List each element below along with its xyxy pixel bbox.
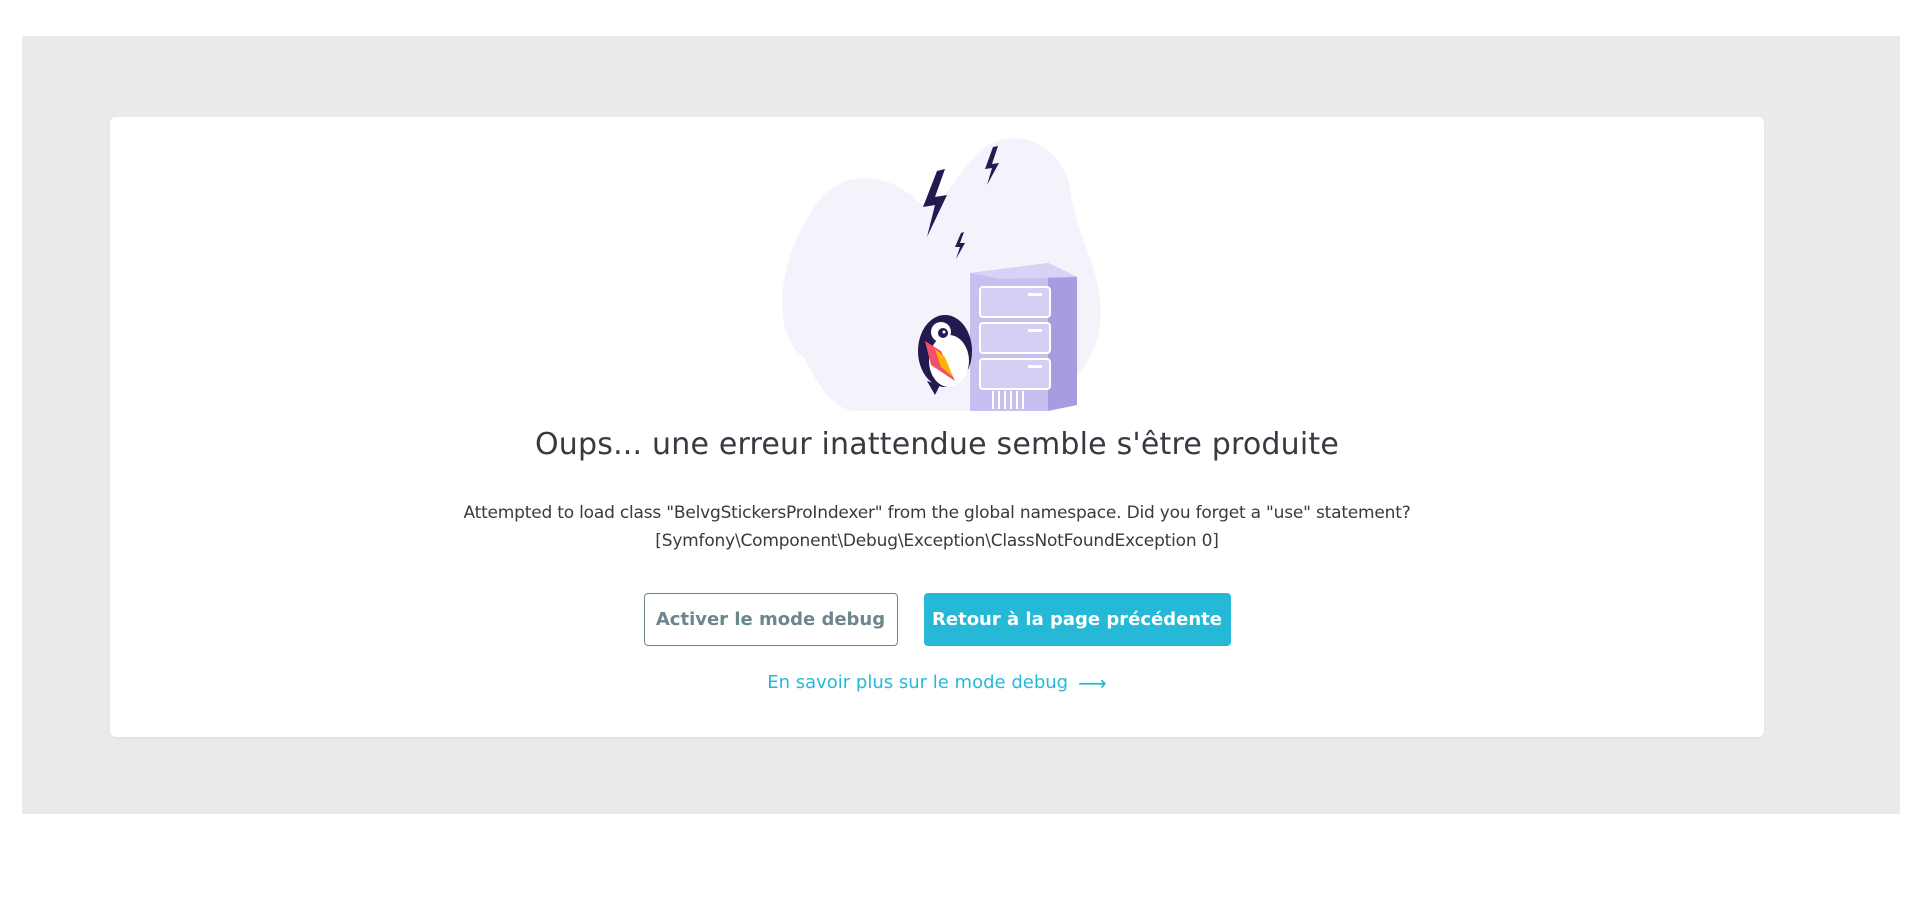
error-message: Attempted to load class "BelvgStickersPr… [110, 499, 1764, 555]
enable-debug-mode-button[interactable]: Activer le mode debug [643, 593, 898, 646]
server-tower-icon [970, 263, 1077, 411]
learn-more-debug-link[interactable]: En savoir plus sur le mode debug ⟶ [110, 672, 1764, 693]
server-error-illustration-icon [782, 138, 1101, 411]
learn-more-link-label[interactable]: En savoir plus sur le mode debug [767, 672, 1068, 693]
error-card: Oups... une erreur inattendue semble s'ê… [110, 117, 1764, 737]
error-title: Oups... une erreur inattendue semble s'ê… [534, 427, 1340, 462]
action-buttons: Activer le mode debug Retour à la page p… [110, 593, 1764, 646]
page-backdrop: Oups... une erreur inattendue semble s'ê… [22, 36, 1900, 814]
error-message-line: Attempted to load class "BelvgStickersPr… [463, 503, 1411, 523]
error-exception-line: [Symfony\Component\Debug\Exception\Class… [655, 531, 1219, 551]
arrow-right-icon: ⟶ [1078, 670, 1107, 695]
back-to-previous-page-button[interactable]: Retour à la page précédente [923, 593, 1231, 646]
